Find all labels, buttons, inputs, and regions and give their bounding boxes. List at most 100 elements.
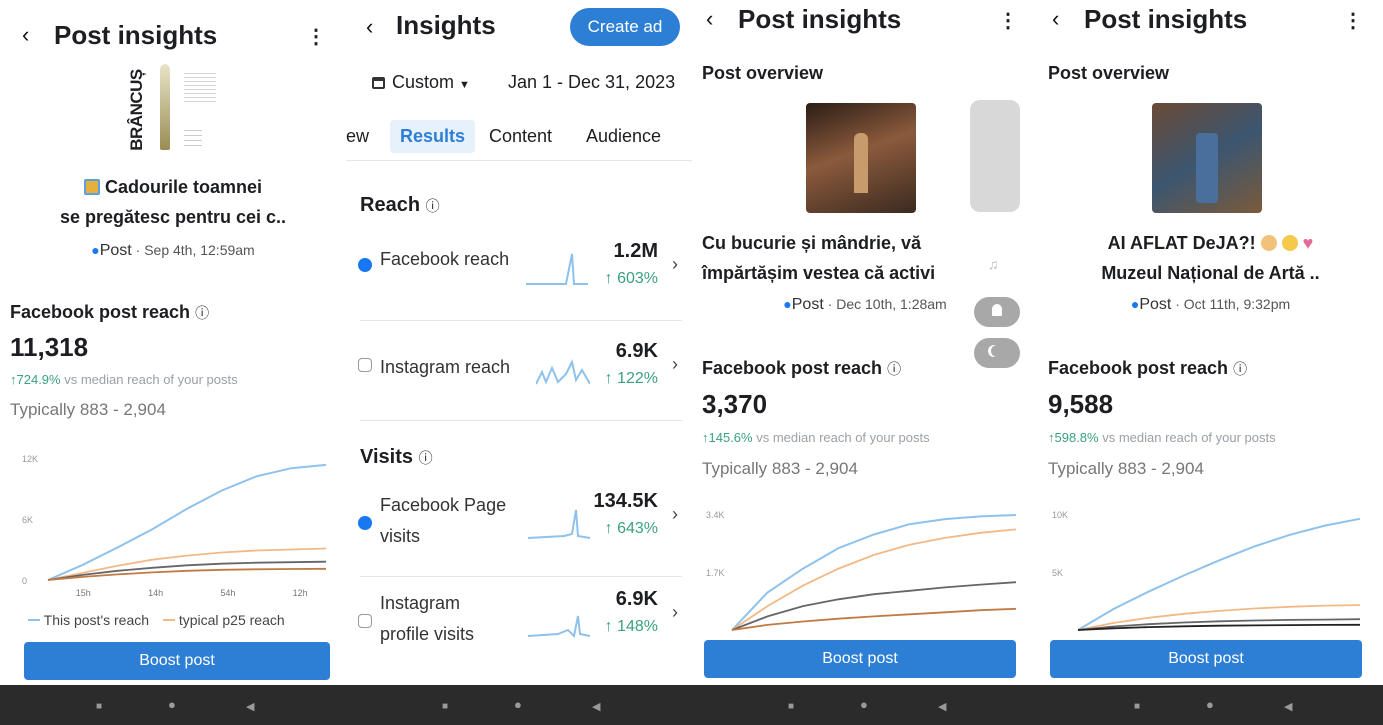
more-options-icon[interactable]: ⋮ <box>306 24 326 49</box>
reach-chart: 10K 5K <box>1052 510 1361 631</box>
panel-post-insights-1: ‹ Post insights ⋮ BRÂNCUȘ Cadourile toam… <box>0 0 346 725</box>
date-filter-dropdown[interactable]: Custom ▼ <box>392 72 470 93</box>
home-icon[interactable]: ● <box>1206 697 1214 713</box>
moon-toggle-icon[interactable] <box>974 338 1020 368</box>
panel-post-insights-3: ‹ Post insights ⋮ Post overview Cu bucur… <box>692 0 1038 725</box>
info-icon: ⓘ <box>425 198 440 214</box>
series-line <box>1077 517 1361 631</box>
y-tick-label: 3.4K <box>706 510 725 520</box>
info-icon[interactable]: ⓘ <box>195 305 209 321</box>
chevron-right-icon[interactable]: › <box>672 354 678 375</box>
metric-name: Instagram <box>380 593 461 613</box>
create-ad-button[interactable]: Create ad <box>570 8 680 46</box>
back-icon[interactable]: ‹ <box>366 14 373 40</box>
x-tick-label: 14h <box>148 588 163 598</box>
recents-icon[interactable]: ■ <box>788 699 794 715</box>
reach-value: 11,318 <box>10 332 89 362</box>
panel-insights: ‹ Insights Create ad Custom ▼ Jan 1 - De… <box>346 0 692 725</box>
home-icon[interactable]: ● <box>168 697 176 713</box>
android-nav-bar: ■ ● ◀ <box>346 685 692 725</box>
metric-value: 1.2M <box>613 240 658 262</box>
caption-line-1: Cu bucurie și mândrie, vă <box>702 233 922 253</box>
info-icon: ⓘ <box>887 361 902 377</box>
page-title: Post insights <box>54 20 218 50</box>
header: ‹ Post insights ⋮ <box>1052 2 1367 38</box>
thumbnail-logo-text: BRÂNCUȘ <box>126 69 146 151</box>
back-icon[interactable]: ‹ <box>22 22 29 48</box>
tab-audience[interactable]: Audience <box>586 126 661 147</box>
home-icon[interactable]: ● <box>514 697 522 713</box>
facebook-icon <box>358 258 372 272</box>
sparkline <box>536 359 590 385</box>
more-options-icon[interactable]: ⋮ <box>1343 8 1363 33</box>
panel-post-insights-4: ‹ Post insights ⋮ Post overview AI AFLAT… <box>1038 0 1383 725</box>
facebook-icon: ● <box>91 242 100 258</box>
thumbnail-figure <box>854 133 868 193</box>
section-reach: Reach ⓘ <box>360 194 440 216</box>
post-thumbnail: BRÂNCUȘ <box>126 62 220 158</box>
sparkline <box>526 253 588 285</box>
gift-icon <box>83 179 100 195</box>
tab-overview[interactable]: ew <box>346 126 369 147</box>
boost-post-button[interactable]: Boost post <box>1050 640 1362 678</box>
thumbnail-text-block <box>184 70 216 104</box>
android-nav-bar: ■ ● ◀ <box>0 685 346 725</box>
section-visits: Visits ⓘ <box>360 446 433 468</box>
metric-instagram-reach[interactable]: Instagram reach 6.9K ↑ 122% › <box>358 340 682 400</box>
metric-facebook-reach[interactable]: Facebook reach 1.2M ↑ 603% › <box>358 240 682 300</box>
bell-toggle-icon[interactable] <box>974 297 1020 327</box>
sparkline <box>528 509 590 539</box>
boost-post-button[interactable]: Boost post <box>24 642 330 680</box>
home-icon[interactable]: ● <box>860 697 868 713</box>
android-nav-bar: ■ ● ◀ <box>692 685 1038 725</box>
overlay-panel <box>970 100 1020 212</box>
thumbnail-figure <box>1196 133 1218 203</box>
back-nav-icon[interactable]: ◀ <box>938 699 946 715</box>
post-thumbnail <box>806 103 916 213</box>
post-meta: ●Post · Sep 4th, 12:59am <box>0 242 346 260</box>
chevron-right-icon[interactable]: › <box>672 504 678 525</box>
chart-legend: This post's reach typical p25 reach <box>28 612 285 628</box>
legend-swatch-this <box>28 619 40 621</box>
android-nav-bar: ■ ● ◀ <box>1038 685 1383 725</box>
legend-typical: typical p25 reach <box>178 612 285 628</box>
chevron-right-icon[interactable]: › <box>672 254 678 275</box>
heart-icon: ♥ <box>1302 233 1314 253</box>
metric-change: ↑ 122% <box>604 370 658 387</box>
post-thumbnail <box>1152 103 1262 213</box>
reach-value: 9,588 <box>1048 389 1114 419</box>
instagram-icon <box>358 614 372 628</box>
page-title: Post insights <box>1084 4 1248 34</box>
metric-instagram-profile-visits[interactable]: Instagram profile visits 6.9K ↑ 148% › <box>358 588 682 648</box>
y-tick-label: 1.7K <box>706 568 725 578</box>
metric-facebook-page-visits[interactable]: Facebook Page visits 134.5K ↑ 643% › <box>358 490 682 550</box>
back-nav-icon[interactable]: ◀ <box>592 699 600 715</box>
back-icon[interactable]: ‹ <box>1052 6 1059 32</box>
series-line <box>731 514 1017 631</box>
reach-chart: 12K 6K 0 15h 14h 54h 12h <box>22 454 327 598</box>
boost-post-button[interactable]: Boost post <box>704 640 1016 678</box>
back-nav-icon[interactable]: ◀ <box>246 699 254 715</box>
header: ‹ Post insights ⋮ <box>22 18 330 54</box>
date-range[interactable]: Jan 1 - Dec 31, 2023 <box>508 72 675 93</box>
y-tick-label: 6K <box>22 515 33 525</box>
recents-icon[interactable]: ■ <box>96 699 102 715</box>
back-icon[interactable]: ‹ <box>706 6 713 32</box>
post-type: Post <box>791 296 824 313</box>
tab-content[interactable]: Content <box>489 126 552 147</box>
chevron-right-icon[interactable]: › <box>672 602 678 623</box>
back-nav-icon[interactable]: ◀ <box>1284 699 1292 715</box>
reach-label: Facebook post reach ⓘ <box>702 358 902 378</box>
info-icon: ⓘ <box>1233 361 1248 377</box>
post-overview-heading: Post overview <box>1048 63 1170 83</box>
recents-icon[interactable]: ■ <box>1134 699 1140 715</box>
series-line <box>731 581 1017 631</box>
header: ‹ Post insights ⋮ <box>706 2 1022 38</box>
more-options-icon[interactable]: ⋮ <box>998 8 1018 33</box>
reach-label: Facebook post reach ⓘ <box>10 302 210 322</box>
recents-icon[interactable]: ■ <box>442 699 448 715</box>
facebook-icon <box>358 516 372 530</box>
tab-results[interactable]: Results <box>390 120 476 153</box>
reach-label: Facebook post reach ⓘ <box>1048 358 1248 378</box>
sparkline <box>528 615 590 639</box>
